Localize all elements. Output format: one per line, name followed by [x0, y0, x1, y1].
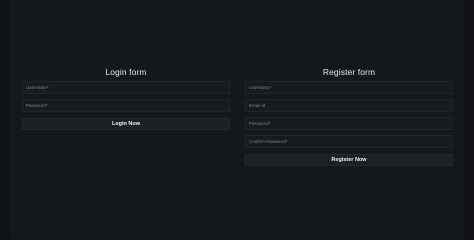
- register-now-button[interactable]: Register Now: [245, 154, 453, 166]
- register-password-input[interactable]: [245, 117, 453, 130]
- register-email-input[interactable]: [245, 99, 453, 112]
- login-form: Login form Login Now: [22, 66, 230, 130]
- login-now-button[interactable]: Login Now: [22, 118, 230, 130]
- login-form-title: Login form: [105, 67, 147, 77]
- login-username-input[interactable]: [22, 81, 230, 94]
- register-form-title: Register form: [322, 67, 376, 77]
- login-password-input[interactable]: [22, 99, 230, 112]
- register-username-input[interactable]: [245, 81, 453, 94]
- register-form: Register form Register Now: [245, 66, 453, 166]
- register-confirm-password-input[interactable]: [245, 135, 453, 148]
